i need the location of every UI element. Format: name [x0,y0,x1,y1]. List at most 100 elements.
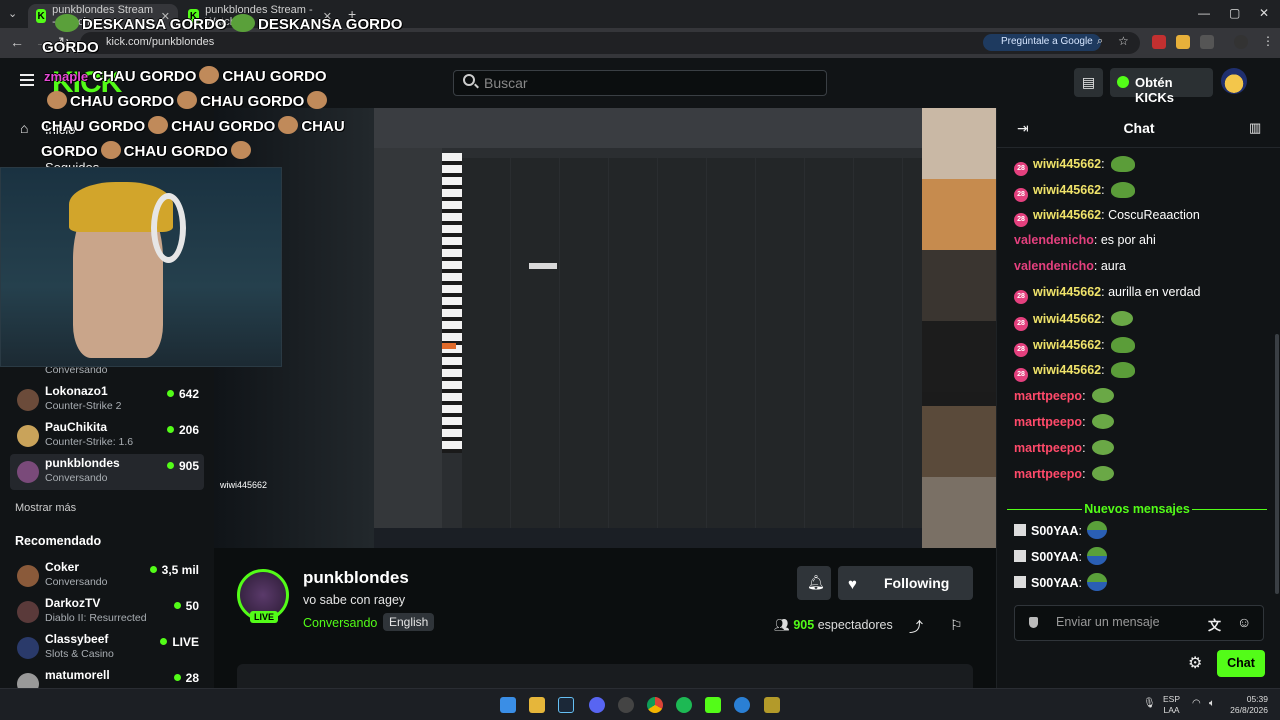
chat-message: marttpeepo: [1014,439,1269,464]
emoji-icon[interactable]: ☺ [1237,614,1251,630]
language-tag[interactable]: English [383,613,435,631]
home-icon[interactable]: ⌂ [20,120,28,136]
frog-emote-icon[interactable] [1111,362,1136,379]
sidebar-channel[interactable]: Lokonazo1 Counter-Strike 2 642 [10,382,204,418]
follow-button[interactable]: Following [838,566,973,600]
steam-icon[interactable] [558,697,574,713]
kick-app-icon[interactable] [705,697,721,713]
frog-emote-icon[interactable] [1111,156,1136,172]
volume-icon[interactable]: 🔈︎ [1209,698,1215,709]
wifi-icon[interactable]: ◠ [1192,698,1201,709]
chat-username[interactable]: wiwi445662 [1033,157,1101,171]
chat-username[interactable]: wiwi445662 [1033,183,1101,197]
chat-username[interactable]: S00YAA [1031,524,1079,538]
chat-username[interactable]: marttpeepo [1014,389,1082,403]
daw-toolbar [374,108,922,148]
bookmark-star-icon[interactable]: ☆ [1118,34,1129,48]
translate-icon[interactable]: 文 [1208,615,1221,634]
maximize-icon[interactable]: ▢ [1229,6,1240,20]
chat-header: ⇥ Chat ▥ [997,108,1280,148]
show-more-link[interactable]: Mostrar más [15,502,76,514]
clock[interactable]: 05:39 26/8/2026 [1228,694,1268,716]
report-icon[interactable]: ⚐ [950,617,963,634]
sidebar-channel[interactable]: DarkozTV Diablo II: Resurrected 50 [10,594,204,630]
chat-username[interactable]: marttpeepo [1014,415,1082,429]
tab-search-icon[interactable]: ⌄ [8,7,17,20]
layout-toggle-button[interactable]: ▤ [1074,68,1103,97]
chat-username[interactable]: S00YAA [1031,550,1079,564]
stream-category-link[interactable]: Conversando [303,616,377,630]
video-player[interactable]: wiwi445662 [214,108,996,548]
viewer-count-display: 👥︎ 905 espectadores [774,618,893,632]
gift-icon[interactable]: ▥ [1249,120,1261,136]
notification-bell-button[interactable]: 🔔︎ [797,566,831,600]
sidebar-channel-selected[interactable]: punkblondes Conversando 905 [10,454,204,490]
sidebar-channel[interactable]: matumorell 28 [10,666,204,688]
browser-menu-icon[interactable]: ⋮ [1262,34,1274,48]
pepe-emote-icon[interactable] [1092,465,1115,481]
pet-cam [922,250,996,321]
frog-emote-icon[interactable] [1086,547,1107,565]
chat-username[interactable]: S00YAA [1031,576,1079,590]
channel-game: Slots & Casino [45,648,114,660]
sidebar-channel[interactable]: PauChikita Counter-Strike: 1.6 206 [10,418,204,454]
chat-send-button[interactable]: Chat [1217,650,1265,677]
zoom-icon[interactable]: ⌕ [1097,35,1103,48]
microphone-icon[interactable]: 🎙︎ [1143,698,1156,709]
windows-start-icon[interactable] [500,697,516,713]
extension-icon[interactable] [1176,35,1190,49]
streamer-webcam [0,167,282,367]
chat-username[interactable]: valendenicho [1014,259,1094,273]
spotify-icon[interactable] [676,697,692,713]
frog-emote-icon[interactable] [1111,336,1136,353]
profile-icon[interactable] [1234,35,1248,49]
url-field[interactable]: kick.com/punkblondes [80,32,1140,54]
ask-google-button[interactable]: Pregúntale a Google [983,34,1101,51]
pet-cam [922,108,996,179]
frog-emote-icon[interactable] [1086,573,1107,591]
extension-icon[interactable] [1152,35,1166,49]
back-icon[interactable]: ← [10,34,24,50]
user-avatar[interactable] [1221,68,1247,94]
pepe-emote-icon[interactable] [1092,439,1115,455]
chat-username[interactable]: wiwi445662 [1033,208,1101,222]
menu-icon[interactable] [20,74,34,86]
ccleaner-icon[interactable] [734,697,750,713]
pepe-emote-icon[interactable] [1111,310,1134,326]
sidebar-channel[interactable]: Classybeef Slots & Casino LIVE [10,630,204,666]
overlay-text: GORDO CHAU GORDO [41,141,254,160]
frog-emote-icon[interactable] [1111,181,1136,198]
chat-message-input[interactable]: Enviar un mensaje [1014,605,1264,641]
channel-game: Diablo II: Resurrected [45,612,147,624]
viewer-count: 50 [173,599,199,613]
chat-message: valendenicho: aura [1014,259,1126,274]
discord-icon[interactable] [589,697,605,713]
frog-emote-icon[interactable] [1086,521,1107,539]
extensions-puzzle-icon[interactable] [1200,35,1214,49]
sidebar-channel[interactable]: Coker Conversando 3,5 mil [10,558,204,594]
minimize-icon[interactable]: — [1198,6,1210,20]
chrome-icon[interactable] [647,697,663,713]
chat-settings-gear-icon[interactable]: ⚙ [1188,653,1202,673]
pet-cams-column [922,108,996,548]
close-window-icon[interactable]: ✕ [1259,6,1269,20]
chat-username[interactable]: wiwi445662 [1033,363,1101,377]
chat-username[interactable]: wiwi445662 [1033,312,1101,326]
chat-username[interactable]: wiwi445662 [1033,285,1101,299]
chat-username[interactable]: valendenicho [1014,233,1094,247]
app-icon[interactable] [764,697,780,713]
share-icon[interactable]: ⤴ [909,617,923,637]
channel-game: Conversando [45,472,108,484]
search-input[interactable]: Buscar [453,70,827,96]
chat-username[interactable]: marttpeepo [1014,441,1082,455]
obs-icon[interactable] [618,697,634,713]
input-language[interactable]: ESP LAA [1163,694,1180,716]
chat-username[interactable]: wiwi445662 [1033,338,1101,352]
pepe-emote-icon[interactable] [1092,414,1115,429]
file-explorer-icon[interactable] [529,697,545,713]
recommended-heading: Recomendado [15,534,102,548]
streamer-name[interactable]: punkblondes [303,568,409,588]
chat-scrollbar[interactable] [1275,334,1279,594]
pepe-emote-icon[interactable] [1092,388,1115,404]
chat-username[interactable]: marttpeepo [1014,467,1082,481]
